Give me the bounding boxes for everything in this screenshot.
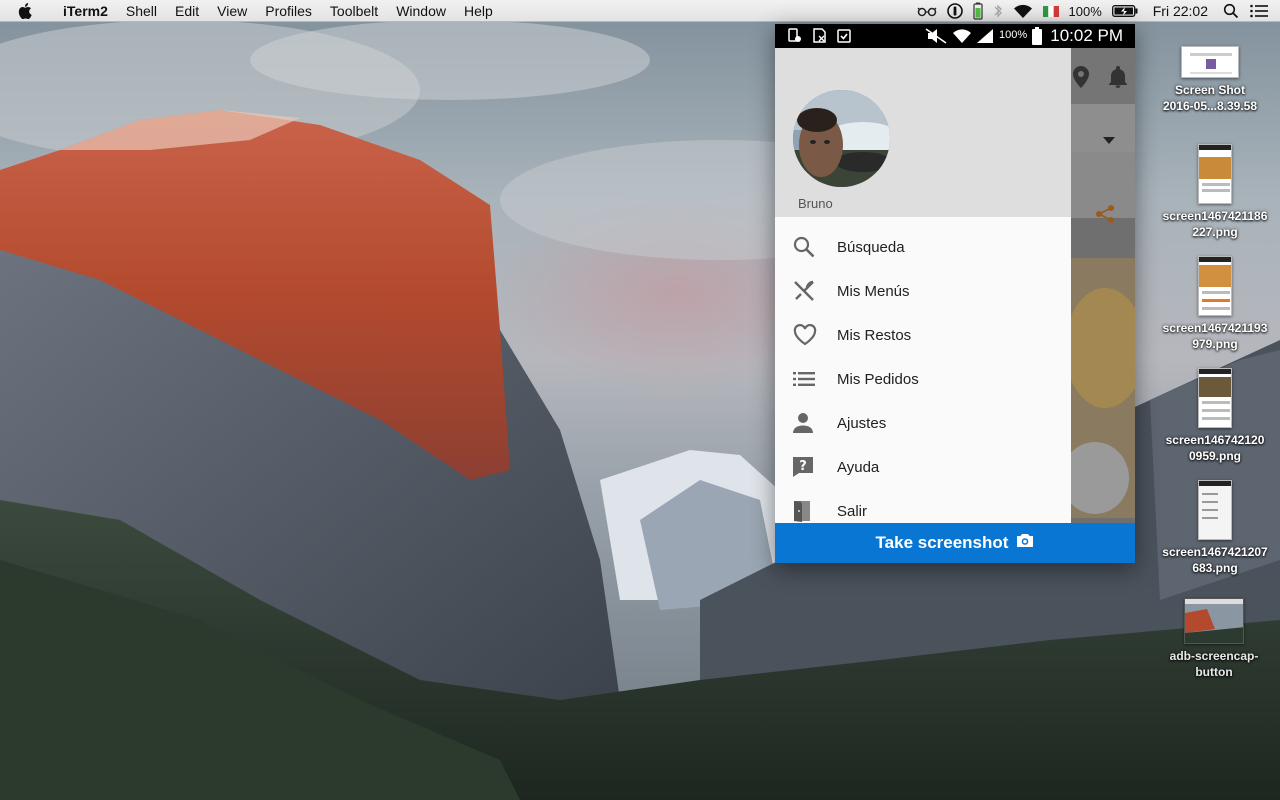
- menu-profiles[interactable]: Profiles: [256, 0, 321, 22]
- drawer-item-label: Mis Restos: [837, 326, 912, 344]
- share-icon[interactable]: [1095, 204, 1115, 229]
- desktop-file-screen1467421207683[interactable]: screen1467421207 683.png: [1155, 480, 1275, 576]
- menu-edit[interactable]: Edit: [166, 0, 208, 22]
- menubar-clock[interactable]: Fri 22:02: [1143, 0, 1218, 22]
- battery-percentage[interactable]: 100%: [1064, 0, 1107, 22]
- file-name: adb-screencap-button: [1169, 649, 1259, 679]
- drawer-item-label: Ayuda: [837, 458, 880, 476]
- search-icon: [775, 225, 837, 269]
- desktop-file-screen1467421193979[interactable]: screen1467421193 979.png: [1155, 256, 1275, 352]
- file-thumbnail: [1198, 144, 1232, 204]
- sim-notification-icon: [813, 28, 827, 46]
- person-icon: [775, 401, 837, 445]
- menu-shell[interactable]: Shell: [117, 0, 166, 22]
- user-name: Bruno: [798, 196, 833, 211]
- drawer-item-mis-menus[interactable]: Mis Menús: [775, 269, 1071, 313]
- location-pin-icon[interactable]: [1073, 66, 1089, 93]
- battery-charging-icon[interactable]: [1107, 0, 1143, 22]
- desktop-file-screen1467421186227[interactable]: screen1467421186 227.png: [1155, 144, 1275, 240]
- phone-wifi-icon: [953, 28, 971, 46]
- cutlery-icon: [775, 269, 837, 313]
- file-name: screen1467421207 683.png: [1162, 545, 1268, 575]
- file-name: screen146742120 0959.png: [1165, 433, 1265, 463]
- file-name: screen1467421193 979.png: [1162, 321, 1268, 351]
- drawer-item-label: Mis Pedidos: [837, 370, 919, 388]
- drawer-item-label: Búsqueda: [837, 238, 905, 256]
- signal-icon: [977, 29, 993, 46]
- macos-menu-bar: iTerm2 Shell Edit View Profiles Toolbelt…: [0, 0, 1280, 22]
- drawer-item-label: Salir: [837, 502, 868, 520]
- drawer-header: Bruno: [775, 48, 1071, 217]
- drawer-item-label: Ajustes: [837, 414, 887, 432]
- menu-window[interactable]: Window: [387, 0, 455, 22]
- android-status-bar: 100% 10:02 PM: [775, 24, 1135, 48]
- notification-bell-icon[interactable]: [1109, 66, 1127, 93]
- android-mirror-window: 100% 10:02 PM Bruno Búsqueda Mis Menús M…: [775, 24, 1135, 563]
- drawer-item-mis-restos[interactable]: Mis Restos: [775, 313, 1071, 357]
- clipboard-check-icon: [837, 28, 851, 46]
- navigation-drawer: Bruno Búsqueda Mis Menús Mis Restos Mis …: [775, 48, 1071, 523]
- heart-icon: [775, 313, 837, 357]
- notification-center-icon[interactable]: [1244, 0, 1280, 22]
- svg-text:?: ?: [799, 459, 807, 474]
- menu-view[interactable]: View: [208, 0, 256, 22]
- mute-icon: [925, 28, 947, 47]
- password-manager-icon[interactable]: [942, 0, 968, 22]
- notification-icon: [788, 28, 802, 46]
- drawer-item-ajustes[interactable]: Ajustes: [775, 401, 1071, 445]
- list-icon: [775, 357, 837, 401]
- phone-clock: 10:02 PM: [1050, 26, 1123, 45]
- file-thumbnail: [1198, 368, 1232, 428]
- take-screenshot-button[interactable]: Take screenshot: [775, 523, 1135, 563]
- phone-battery-icon[interactable]: [968, 0, 988, 22]
- file-thumbnail: [1198, 480, 1232, 540]
- file-name: Screen Shot 2016-05...8.39.58: [1162, 83, 1258, 113]
- desktop-file-screen1467421200959[interactable]: screen146742120 0959.png: [1155, 368, 1275, 464]
- glasses-icon[interactable]: [912, 0, 942, 22]
- user-avatar[interactable]: [793, 90, 890, 187]
- menu-help[interactable]: Help: [455, 0, 502, 22]
- drawer-menu-list: Búsqueda Mis Menús Mis Restos Mis Pedido…: [775, 225, 1071, 533]
- file-name: screen1467421186 227.png: [1162, 209, 1268, 239]
- help-icon: ?: [775, 445, 837, 489]
- file-thumbnail: [1181, 46, 1239, 78]
- drawer-item-busqueda[interactable]: Búsqueda: [775, 225, 1071, 269]
- drawer-item-ayuda[interactable]: ? Ayuda: [775, 445, 1071, 489]
- drawer-item-mis-pedidos[interactable]: Mis Pedidos: [775, 357, 1071, 401]
- camera-icon: [1016, 533, 1034, 553]
- desktop-file-screen-shot[interactable]: Screen Shot 2016-05...8.39.58: [1150, 46, 1270, 114]
- phone-battery-icon: [1032, 27, 1042, 48]
- apple-menu-icon[interactable]: [18, 0, 38, 22]
- bluetooth-icon[interactable]: [988, 0, 1008, 22]
- desktop-file-adb-screencap-button[interactable]: adb-screencap-button: [1154, 598, 1274, 680]
- menu-app-name[interactable]: iTerm2: [54, 0, 117, 22]
- app-thumbnail: [1184, 598, 1244, 644]
- file-thumbnail: [1198, 256, 1232, 316]
- italian-flag-icon[interactable]: [1038, 0, 1064, 22]
- spotlight-search-icon[interactable]: [1218, 0, 1244, 22]
- drawer-item-label: Mis Menús: [837, 282, 910, 300]
- take-screenshot-label: Take screenshot: [875, 533, 1009, 552]
- phone-battery-percent: 100%: [999, 29, 1028, 41]
- dropdown-arrow-icon[interactable]: [1103, 132, 1115, 150]
- wifi-icon[interactable]: [1008, 0, 1038, 22]
- menu-toolbelt[interactable]: Toolbelt: [321, 0, 387, 22]
